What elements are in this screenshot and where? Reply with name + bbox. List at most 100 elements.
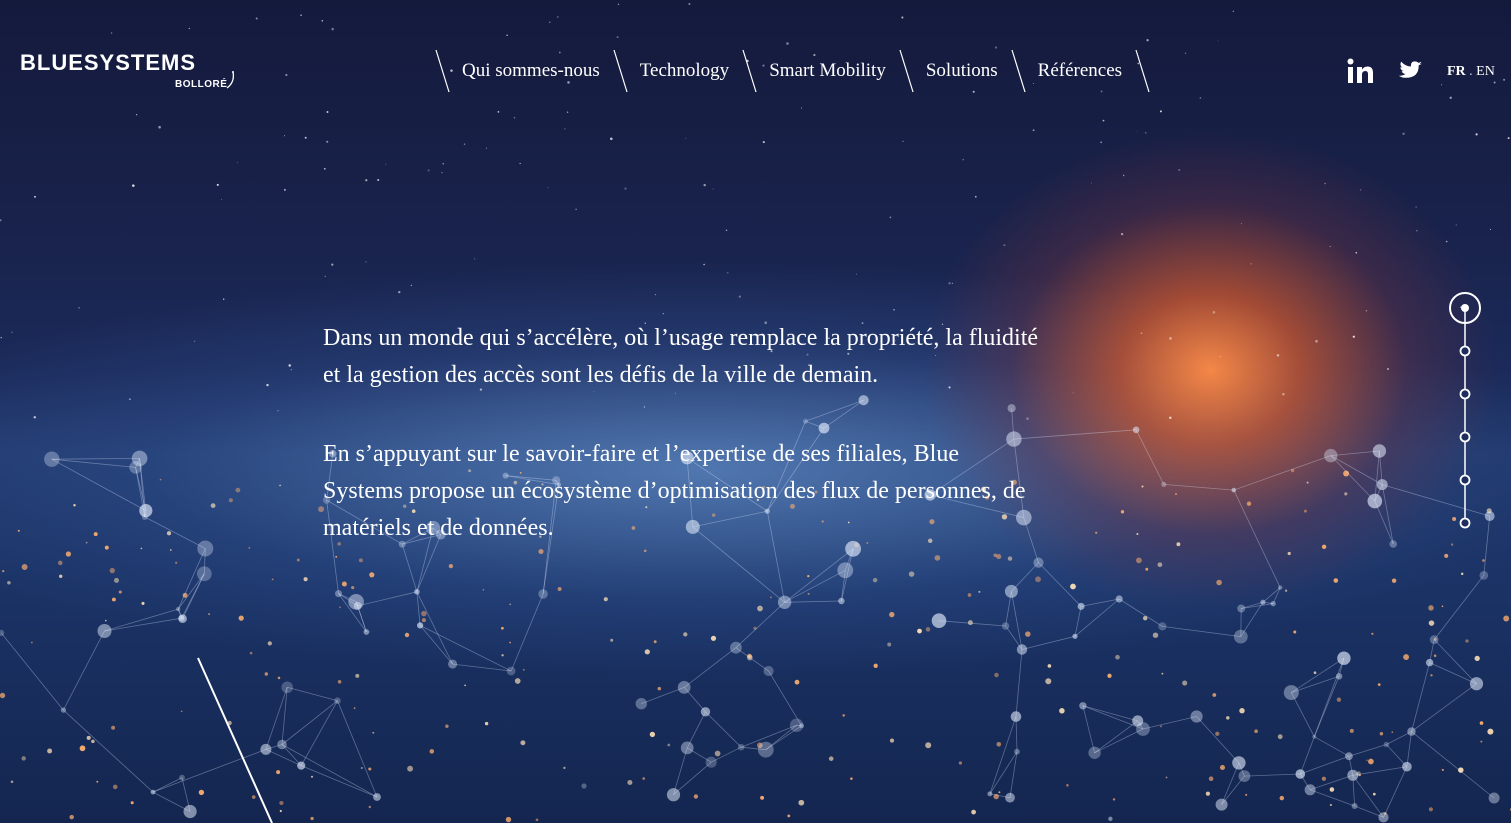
network-link bbox=[63, 709, 154, 793]
network-link bbox=[1082, 705, 1095, 753]
network-link bbox=[1411, 683, 1477, 732]
network-node bbox=[335, 590, 342, 598]
network-node bbox=[281, 681, 294, 694]
network-node bbox=[1270, 601, 1276, 607]
pagination-dot[interactable] bbox=[1459, 345, 1471, 357]
nav-item-references[interactable]: Références bbox=[1028, 60, 1132, 82]
nav-item-qui-sommes-nous[interactable]: Qui sommes-nous bbox=[452, 60, 610, 82]
network-node bbox=[677, 681, 691, 694]
network-node bbox=[363, 629, 370, 635]
linkedin-icon[interactable] bbox=[1346, 56, 1374, 86]
twitter-icon[interactable] bbox=[1396, 56, 1424, 86]
network-node bbox=[1402, 761, 1412, 772]
network-node bbox=[1161, 481, 1167, 487]
network-link bbox=[1411, 662, 1430, 732]
network-link bbox=[1135, 429, 1165, 485]
network-node bbox=[197, 540, 214, 557]
intro-paragraph-2: En s’appuyant sur le savoir-faire et l’e… bbox=[323, 441, 1026, 541]
network-link bbox=[337, 700, 378, 798]
network-link bbox=[1162, 626, 1241, 637]
network-node bbox=[705, 756, 717, 768]
network-node bbox=[1077, 602, 1085, 610]
network-node bbox=[131, 450, 148, 467]
network-link bbox=[1330, 455, 1376, 502]
network-node bbox=[1237, 604, 1246, 613]
pagination-dot[interactable] bbox=[1459, 388, 1471, 400]
pagination-dot[interactable] bbox=[1459, 431, 1471, 443]
network-link bbox=[1262, 587, 1281, 603]
network-node bbox=[1088, 746, 1101, 759]
network-link bbox=[1330, 450, 1380, 456]
network-link bbox=[1348, 744, 1387, 757]
bluesystems-logo[interactable]: BLUESYSTEMS BOLLORÉ bbox=[20, 50, 240, 95]
network-link bbox=[1352, 766, 1407, 776]
network-node bbox=[414, 589, 420, 595]
network-node bbox=[348, 594, 364, 610]
pagination-dot-active-center bbox=[1461, 304, 1469, 312]
pagination-dot[interactable] bbox=[1459, 474, 1471, 486]
network-link bbox=[1383, 766, 1408, 818]
network-node bbox=[763, 665, 774, 677]
network-node bbox=[1295, 769, 1306, 779]
network-node bbox=[1488, 792, 1500, 804]
nav-divider bbox=[742, 49, 757, 93]
main-nav: Qui sommes-nous Technology Smart Mobilit… bbox=[432, 48, 1152, 94]
network-node bbox=[737, 743, 745, 751]
network-node bbox=[1425, 658, 1434, 667]
network-link bbox=[1411, 731, 1495, 799]
network-node bbox=[931, 613, 947, 628]
network-node bbox=[1376, 479, 1388, 491]
network-link bbox=[1433, 575, 1485, 640]
network-node bbox=[60, 707, 67, 713]
nav-divider bbox=[899, 49, 914, 93]
network-node bbox=[1278, 585, 1283, 590]
network-node bbox=[448, 659, 458, 669]
network-node bbox=[334, 697, 341, 704]
network-link bbox=[1021, 635, 1076, 650]
network-node bbox=[1072, 633, 1078, 639]
network-link bbox=[784, 600, 842, 603]
network-link bbox=[1163, 484, 1234, 491]
network-node bbox=[1367, 493, 1383, 509]
network-node bbox=[700, 707, 711, 717]
network-node bbox=[417, 622, 424, 629]
network-link bbox=[1011, 591, 1023, 650]
network-node bbox=[730, 641, 742, 654]
network-link bbox=[63, 630, 105, 711]
network-node bbox=[0, 629, 5, 636]
nav-item-smart-mobility[interactable]: Smart Mobility bbox=[759, 60, 896, 82]
network-link bbox=[152, 777, 183, 793]
network-link bbox=[683, 647, 737, 688]
network-node bbox=[1158, 622, 1167, 631]
logo-subtitle: BOLLORÉ bbox=[175, 79, 228, 90]
nav-item-solutions[interactable]: Solutions bbox=[916, 60, 1008, 82]
network-node bbox=[1108, 816, 1113, 821]
network-link bbox=[1233, 455, 1331, 491]
network-node bbox=[150, 789, 156, 795]
pagination-dot[interactable] bbox=[1459, 517, 1471, 529]
network-node bbox=[1136, 722, 1150, 736]
lang-en[interactable]: EN bbox=[1476, 64, 1495, 79]
network-link bbox=[1386, 731, 1412, 745]
network-link bbox=[735, 602, 785, 648]
nav-item-technology[interactable]: Technology bbox=[630, 60, 739, 82]
network-link bbox=[1314, 736, 1350, 757]
network-link bbox=[1429, 662, 1477, 685]
network-node bbox=[1231, 487, 1237, 493]
network-link bbox=[1094, 720, 1138, 754]
network-link bbox=[1300, 755, 1350, 775]
lang-fr[interactable]: FR bbox=[1447, 64, 1466, 79]
network-node bbox=[1407, 727, 1416, 736]
network-node bbox=[1215, 798, 1228, 811]
network-link bbox=[1118, 598, 1163, 627]
network-link bbox=[1272, 587, 1281, 604]
network-node bbox=[1389, 540, 1397, 548]
network-node bbox=[1351, 803, 1358, 809]
network-node bbox=[1260, 599, 1266, 605]
network-node bbox=[680, 741, 694, 755]
network-node bbox=[1233, 629, 1248, 644]
network-link bbox=[1094, 728, 1144, 754]
network-link bbox=[104, 617, 182, 632]
network-link bbox=[1330, 455, 1383, 485]
network-link bbox=[1015, 649, 1023, 717]
